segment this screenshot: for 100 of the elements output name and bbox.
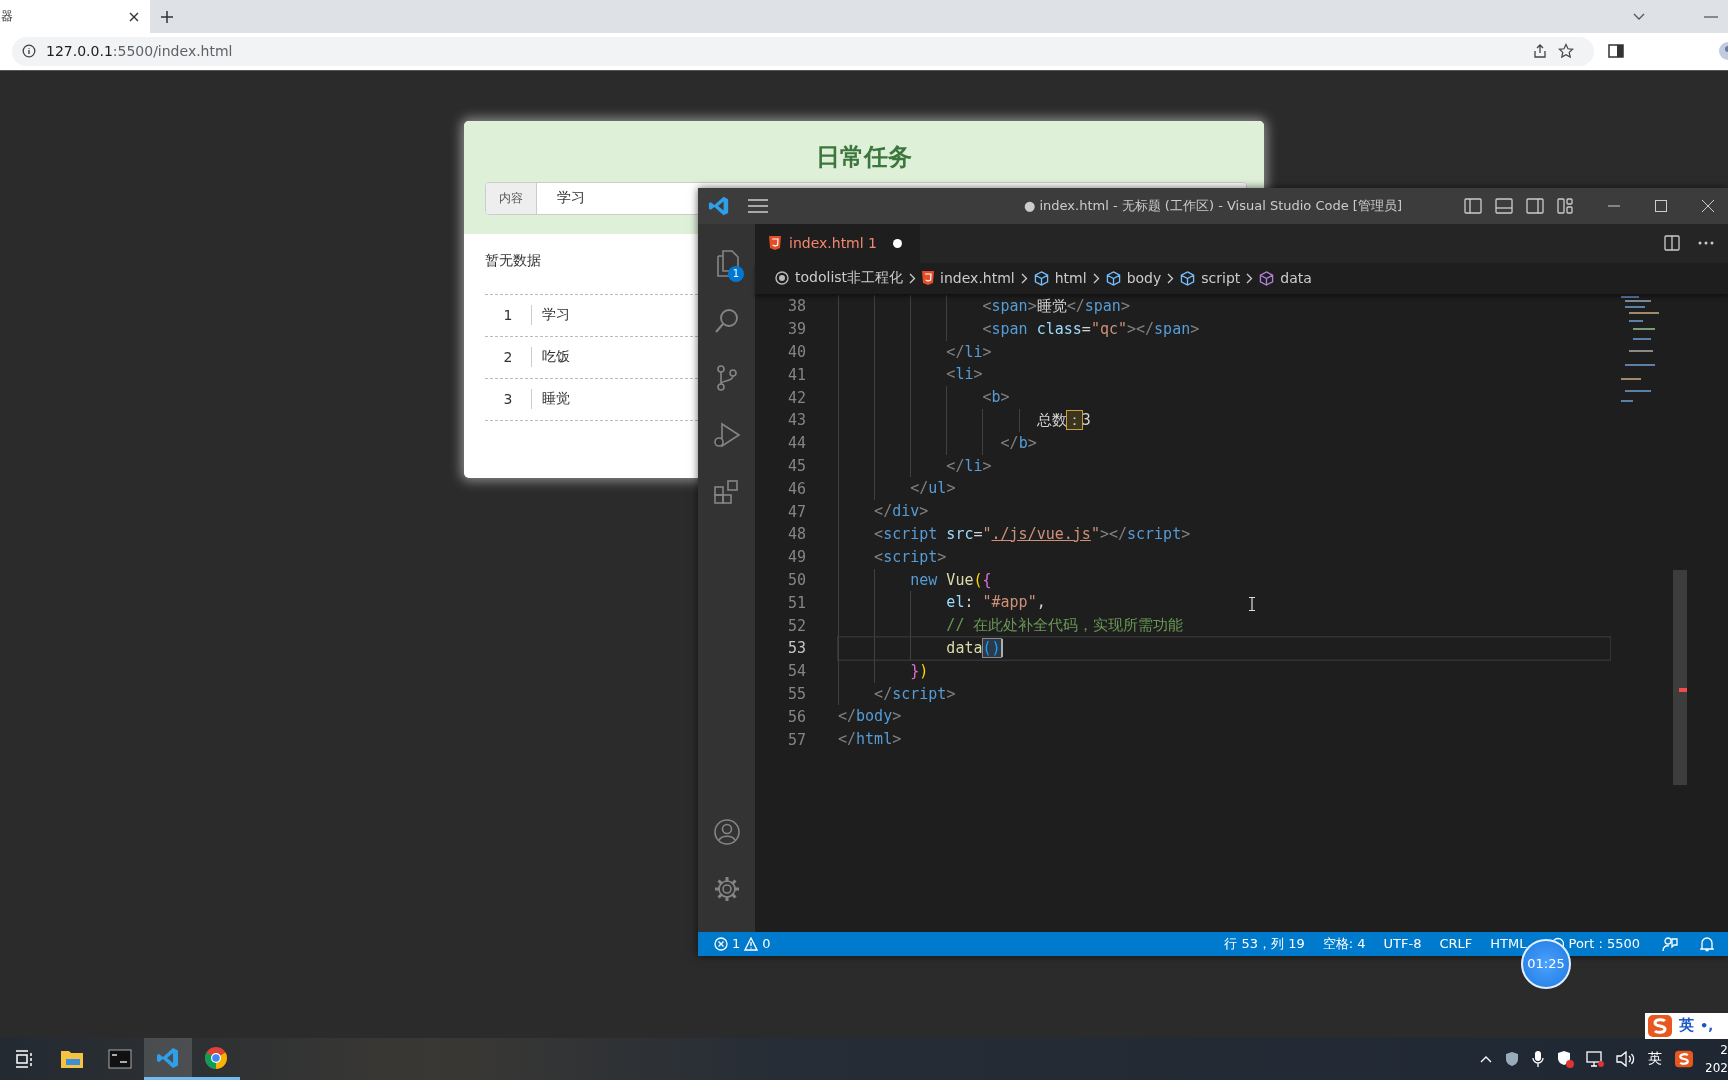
task-text: 吃饭 bbox=[541, 348, 570, 367]
breadcrumb-item[interactable]: index.html bbox=[922, 270, 1015, 287]
html-file-icon bbox=[769, 236, 781, 251]
star-icon[interactable] bbox=[1558, 43, 1574, 60]
feedback-icon[interactable] bbox=[1662, 935, 1678, 952]
clock-text[interactable]: 202 bbox=[1706, 1059, 1728, 1077]
chevron-right-icon bbox=[1167, 272, 1175, 284]
error-marker bbox=[1679, 687, 1687, 692]
text-caret bbox=[1000, 639, 1003, 658]
line-number: 46 bbox=[786, 479, 806, 498]
browser-tab[interactable]: 器 bbox=[0, 0, 150, 33]
url-text: 127.0.0.1:5500/index.html bbox=[46, 43, 233, 60]
cube-icon bbox=[1033, 270, 1049, 286]
window-title: ● index.html - 无标题 (工作区) - Visual Studio Code [管理员] bbox=[1024, 196, 1402, 215]
cube-icon bbox=[1259, 270, 1275, 286]
line-number: 53 bbox=[786, 639, 806, 658]
network-icon[interactable] bbox=[1586, 1051, 1604, 1067]
breadcrumb-item[interactable]: script bbox=[1180, 270, 1241, 287]
line-number: 43 bbox=[786, 411, 806, 430]
target-icon bbox=[775, 271, 789, 286]
branch-icon[interactable] bbox=[714, 364, 739, 393]
search-icon[interactable] bbox=[713, 308, 740, 335]
task-number: 1 bbox=[485, 305, 532, 326]
line-number: 41 bbox=[786, 365, 806, 384]
line-number: 52 bbox=[786, 616, 806, 635]
status-item[interactable]: 行 53，列 19 bbox=[1224, 934, 1305, 953]
bell-icon[interactable] bbox=[1700, 935, 1714, 952]
line-number: 55 bbox=[786, 684, 806, 703]
ime-logo-icon[interactable] bbox=[1674, 1050, 1694, 1068]
line-number: 47 bbox=[786, 502, 806, 521]
line-number: 38 bbox=[786, 297, 806, 316]
account-icon[interactable] bbox=[712, 818, 741, 847]
status-item[interactable]: UTF-8 bbox=[1383, 936, 1422, 952]
input-method-bar[interactable]: 英 •, bbox=[1645, 1012, 1728, 1039]
status-item[interactable]: 空格: 4 bbox=[1322, 934, 1366, 953]
chevron-right-icon bbox=[909, 272, 917, 284]
share-icon[interactable] bbox=[1532, 43, 1548, 60]
layout-icon[interactable] bbox=[1464, 197, 1482, 214]
line-number: 51 bbox=[786, 593, 806, 612]
microphone-icon[interactable] bbox=[1532, 1050, 1544, 1068]
maximize-icon[interactable] bbox=[1655, 199, 1667, 212]
line-number: 56 bbox=[786, 707, 806, 726]
ime-mode: 英 bbox=[1679, 1016, 1694, 1036]
panel-icon[interactable] bbox=[1495, 197, 1513, 214]
line-number: 54 bbox=[786, 662, 806, 681]
problems-status[interactable]: 1 0 bbox=[714, 936, 771, 952]
task-number: 3 bbox=[485, 389, 532, 410]
menu-icon[interactable] bbox=[748, 198, 768, 213]
html-file-icon bbox=[922, 271, 935, 286]
taskbar-app[interactable] bbox=[144, 1038, 192, 1080]
split-editor-icon[interactable] bbox=[1664, 235, 1680, 252]
breadcrumb-item[interactable]: body bbox=[1105, 270, 1162, 287]
line-number: 50 bbox=[786, 570, 806, 589]
text-cursor-icon bbox=[1248, 596, 1256, 611]
line-number: 57 bbox=[786, 730, 806, 749]
clock-text[interactable]: 2 bbox=[1720, 1041, 1728, 1059]
run-debug-icon[interactable] bbox=[712, 421, 741, 450]
chevron-down-icon[interactable] bbox=[1632, 11, 1646, 22]
sidebar-icon[interactable] bbox=[1608, 44, 1624, 59]
chevron-right-icon bbox=[1020, 272, 1028, 284]
editor-tab[interactable]: index.html 1 bbox=[755, 223, 920, 263]
scrollbar-thumb[interactable] bbox=[1673, 569, 1687, 785]
error-icon bbox=[714, 936, 728, 951]
info-icon[interactable] bbox=[22, 44, 36, 59]
status-item[interactable]: HTML bbox=[1490, 936, 1527, 952]
line-number: 40 bbox=[786, 342, 806, 361]
minimize-icon[interactable] bbox=[1608, 204, 1620, 207]
shield-icon[interactable] bbox=[1504, 1051, 1520, 1067]
more-icon[interactable] bbox=[1698, 241, 1714, 246]
volume-icon[interactable] bbox=[1616, 1051, 1636, 1067]
chevron-up-icon[interactable] bbox=[1480, 1055, 1492, 1063]
close-icon[interactable] bbox=[128, 10, 140, 23]
address-bar[interactable]: 127.0.0.1:5500/index.html bbox=[12, 37, 1594, 66]
breadcrumb-item[interactable]: html bbox=[1033, 270, 1087, 287]
cube-icon bbox=[1180, 270, 1196, 286]
status-item[interactable]: CRLF bbox=[1439, 936, 1473, 952]
security-icon[interactable] bbox=[1556, 1050, 1574, 1068]
breadcrumb-item[interactable]: data bbox=[1259, 270, 1312, 287]
ime-logo-icon bbox=[1647, 1013, 1673, 1038]
browser-icon bbox=[204, 1045, 228, 1070]
chevron-right-icon bbox=[1092, 272, 1100, 284]
grid-icon[interactable] bbox=[1557, 197, 1573, 214]
task-text: 睡觉 bbox=[541, 390, 570, 409]
cube-icon bbox=[1105, 270, 1121, 286]
line-number: 48 bbox=[786, 525, 806, 544]
ime-punctuation: •, bbox=[1700, 1018, 1714, 1034]
settings-icon[interactable] bbox=[712, 875, 741, 904]
language-indicator[interactable]: 英 bbox=[1648, 1050, 1662, 1068]
breadcrumb-item[interactable]: todolist非工程化 bbox=[775, 269, 904, 288]
empty-text: 暂无数据 bbox=[485, 251, 541, 270]
new-tab-icon[interactable] bbox=[160, 9, 174, 24]
count-badge: 1 bbox=[728, 265, 744, 282]
task-text: 学习 bbox=[541, 306, 570, 325]
line-number: 49 bbox=[786, 548, 806, 567]
line-number: 45 bbox=[786, 456, 806, 475]
app-logo-icon bbox=[708, 194, 730, 217]
profile-icon[interactable] bbox=[1718, 42, 1728, 61]
minimize-icon[interactable] bbox=[1704, 14, 1718, 19]
layout-icon[interactable] bbox=[1526, 197, 1544, 214]
extensions-icon[interactable] bbox=[712, 478, 741, 507]
